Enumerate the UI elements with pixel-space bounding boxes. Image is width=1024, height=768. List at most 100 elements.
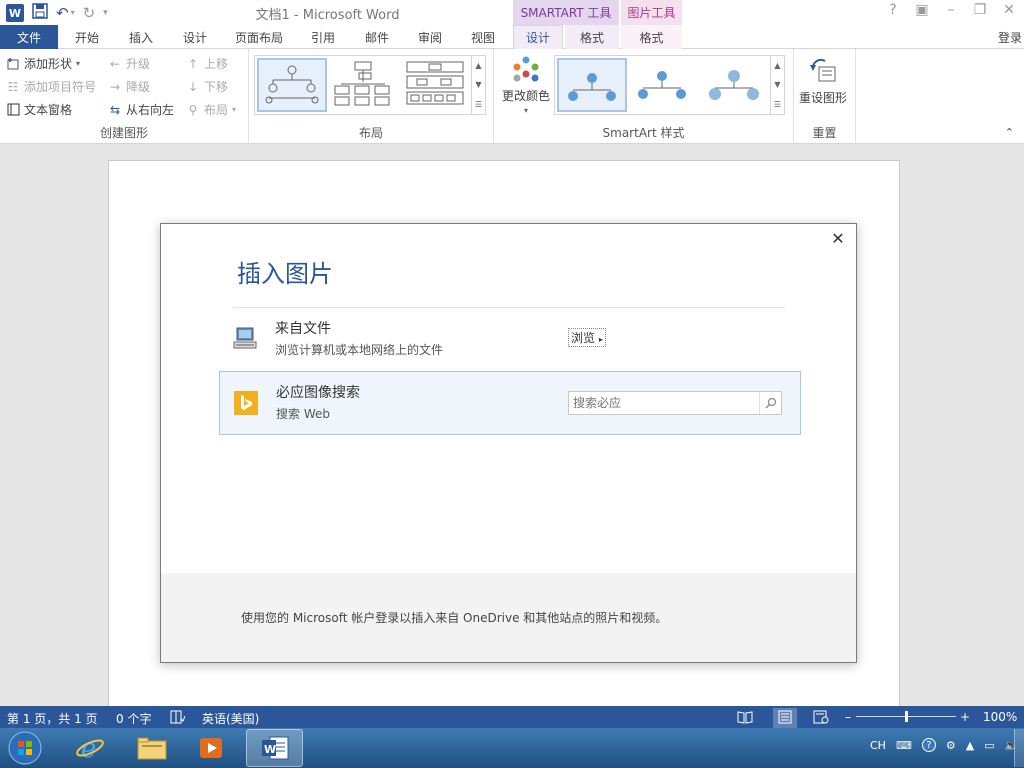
- add-shape-dropdown-icon[interactable]: ▾: [76, 59, 80, 68]
- subtle-style-icon: [638, 71, 686, 99]
- styles-gallery-scroll[interactable]: ▲ ▼ ☰: [770, 56, 784, 114]
- tab-references[interactable]: 引用: [298, 25, 348, 49]
- proofing-icon[interactable]: [170, 710, 186, 727]
- bing-image-search-option[interactable]: 必应图像搜索 搜索 Web: [219, 371, 801, 435]
- page-count[interactable]: 第 1 页，共 1 页: [7, 710, 98, 727]
- windows-logo-icon: [8, 731, 42, 765]
- scroll-down-icon[interactable]: ▼: [475, 80, 481, 89]
- text-pane-label: 文本窗格: [24, 103, 73, 117]
- minimize-icon[interactable]: –: [936, 2, 966, 18]
- word-taskbar-button[interactable]: W: [246, 729, 303, 767]
- move-down-button[interactable]: ↓ 下移: [186, 78, 228, 95]
- restore-icon[interactable]: ❐: [965, 2, 995, 18]
- keyboard-icon[interactable]: ⌨: [896, 739, 912, 752]
- layout-button[interactable]: ⚲ 布局 ▾: [186, 101, 236, 118]
- promote-button[interactable]: ← 升级: [108, 55, 150, 72]
- status-bar: 第 1 页，共 1 页 0 个字 英语(美国) – + 100%: [0, 706, 1024, 729]
- gallery-more-icon[interactable]: ☰: [475, 100, 482, 109]
- text-pane-button[interactable]: 文本窗格: [6, 101, 72, 118]
- zoom-level[interactable]: 100%: [983, 710, 1017, 724]
- word-app-icon: W: [261, 736, 288, 760]
- style-gallery-item[interactable]: [629, 58, 699, 112]
- add-shape-icon: [6, 57, 20, 71]
- zoom-slider-thumb[interactable]: [905, 711, 908, 722]
- bing-search-title: 必应图像搜索: [276, 385, 360, 401]
- layouts-group: ▲ ▼ ☰ 布局: [249, 49, 494, 144]
- demote-button[interactable]: → 降级: [108, 78, 150, 95]
- tab-page-layout[interactable]: 页面布局: [226, 25, 292, 49]
- layout-gallery-item[interactable]: [403, 58, 473, 112]
- read-mode-icon[interactable]: [737, 710, 753, 727]
- change-colors-button[interactable]: 更改颜色 ▾: [500, 55, 552, 115]
- word-count[interactable]: 0 个字: [116, 710, 151, 727]
- internet-explorer-taskbar-button[interactable]: e: [64, 729, 116, 767]
- add-shape-button[interactable]: 添加形状 ▾: [6, 55, 80, 72]
- ribbon: 添加形状 ▾ ☷ 添加项目符号 文本窗格 ← 升级 → 降级 ⇆ 从右向左 ↑ …: [0, 49, 1024, 144]
- media-player-taskbar-button[interactable]: [186, 729, 236, 767]
- search-button[interactable]: [759, 392, 781, 414]
- close-window-icon[interactable]: ✕: [994, 2, 1024, 18]
- reset-group-label: 重置: [812, 126, 837, 140]
- tab-insert[interactable]: 插入: [116, 25, 166, 49]
- tab-mailings[interactable]: 邮件: [352, 25, 402, 49]
- ribbon-display-options-icon[interactable]: ▣: [907, 2, 937, 18]
- layout-icon: ⚲: [188, 102, 198, 117]
- zoom-out-icon[interactable]: –: [845, 710, 851, 724]
- print-layout-icon[interactable]: [773, 708, 797, 729]
- scroll-up-icon[interactable]: ▲: [475, 61, 481, 70]
- moderate-style-icon: [709, 70, 759, 100]
- tab-picture-format[interactable]: 格式: [621, 25, 682, 49]
- tab-view[interactable]: 视图: [458, 25, 508, 49]
- input-language-indicator[interactable]: CH: [870, 739, 886, 752]
- style-gallery-item[interactable]: [701, 58, 771, 112]
- bing-search-box: [568, 391, 782, 415]
- tab-review[interactable]: 审阅: [405, 25, 455, 49]
- tab-smartart-design[interactable]: 设计: [513, 25, 563, 50]
- from-file-option[interactable]: 来自文件 浏览计算机或本地网络上的文件 浏览 ▸: [219, 308, 801, 372]
- table-hierarchy-layout-icon: [406, 61, 464, 105]
- sign-in-link[interactable]: 登录: [998, 29, 1022, 46]
- zoom-slider[interactable]: [856, 711, 956, 722]
- options-icon[interactable]: ⚙: [946, 739, 956, 752]
- web-layout-icon[interactable]: [813, 710, 829, 727]
- layout-gallery-item[interactable]: [257, 58, 327, 112]
- insert-picture-dialog: ✕ 插入图片 来自文件 浏览计算机或本地网络上的文件 浏览 ▸ 必应图像搜索 搜…: [160, 223, 857, 663]
- bing-search-input[interactable]: [569, 392, 755, 414]
- gallery-more-icon[interactable]: ☰: [774, 100, 781, 109]
- network-icon[interactable]: ▭: [984, 739, 994, 752]
- zoom-in-icon[interactable]: +: [960, 710, 970, 724]
- tab-home[interactable]: 开始: [62, 25, 112, 49]
- chevron-right-icon: ▸: [598, 335, 603, 344]
- tab-design[interactable]: 设计: [170, 25, 220, 49]
- smartart-tools-label: SMARTART 工具: [513, 0, 619, 25]
- tab-file[interactable]: 文件: [0, 25, 58, 49]
- collapse-ribbon-icon[interactable]: ⌃: [1005, 126, 1014, 139]
- move-up-icon: ↑: [187, 56, 199, 71]
- help-icon[interactable]: ?: [878, 2, 908, 18]
- change-colors-icon: [513, 56, 539, 82]
- add-bullet-button[interactable]: ☷ 添加项目符号: [6, 78, 96, 95]
- file-explorer-taskbar-button[interactable]: [124, 729, 180, 767]
- close-dialog-icon[interactable]: ✕: [828, 229, 848, 248]
- right-to-left-button[interactable]: ⇆ 从右向左: [108, 101, 174, 118]
- scroll-up-icon[interactable]: ▲: [774, 61, 780, 70]
- layouts-gallery-scroll[interactable]: ▲ ▼ ☰: [471, 56, 485, 114]
- show-hidden-icons[interactable]: ▲: [966, 739, 974, 752]
- style-gallery-item[interactable]: [557, 58, 627, 112]
- show-desktop-button[interactable]: [1014, 729, 1024, 767]
- move-down-icon: ↓: [187, 79, 199, 94]
- text-pane-icon: [6, 103, 20, 117]
- language-indicator[interactable]: 英语(美国): [202, 710, 259, 727]
- flat-style-icon: [568, 73, 616, 101]
- demote-icon: →: [109, 79, 121, 94]
- start-button[interactable]: [4, 729, 46, 767]
- browse-link[interactable]: 浏览 ▸: [568, 328, 606, 347]
- folder-icon: [137, 737, 167, 760]
- scroll-down-icon[interactable]: ▼: [774, 80, 780, 89]
- tab-smartart-format[interactable]: 格式: [565, 25, 619, 49]
- layouts-group-label: 布局: [358, 126, 383, 140]
- reset-graphic-button[interactable]: 重设图形: [799, 55, 847, 106]
- layout-gallery-item[interactable]: [331, 58, 401, 112]
- help-icon[interactable]: ?: [921, 738, 936, 752]
- move-up-button[interactable]: ↑ 上移: [186, 55, 228, 72]
